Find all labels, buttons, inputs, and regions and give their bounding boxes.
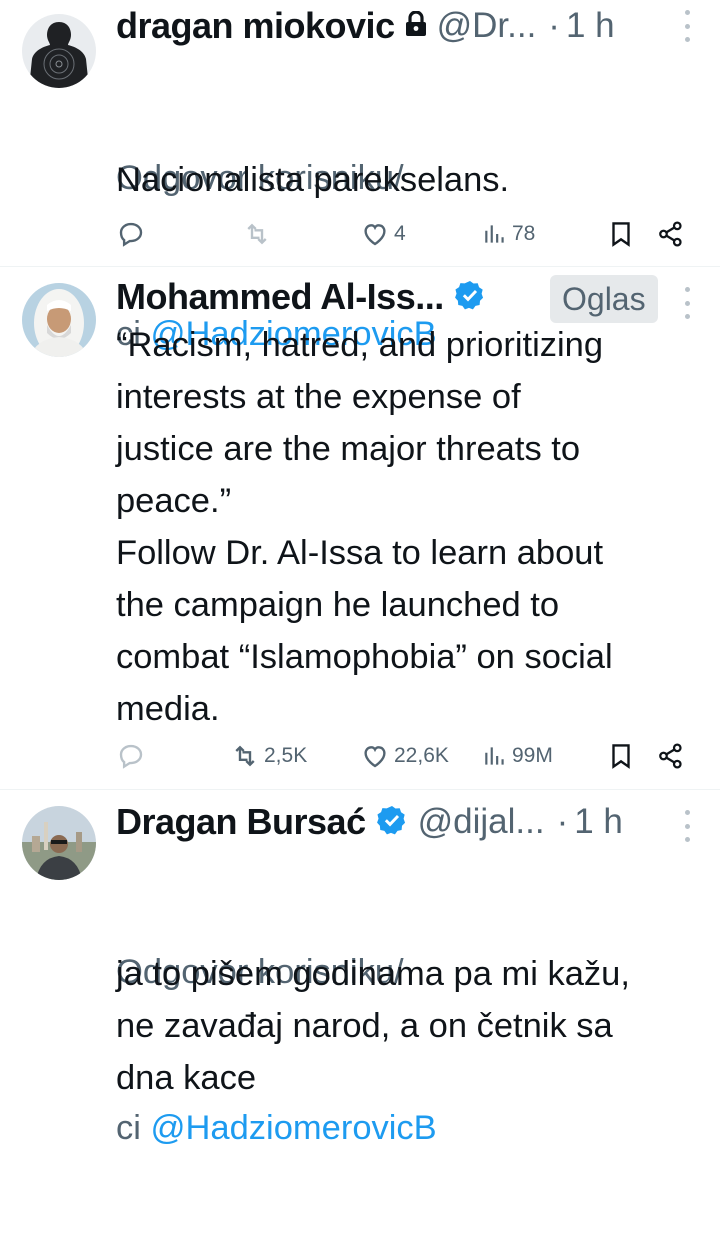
bookmark-icon bbox=[612, 222, 630, 247]
tweet-header: Dragan Bursać @dijal... · 1 h bbox=[116, 798, 696, 846]
retweet-button[interactable]: 2,5K bbox=[230, 738, 307, 774]
more-options-icon[interactable] bbox=[682, 10, 692, 42]
share-icon bbox=[659, 743, 682, 769]
tweet-header: dragan miokovic @Dr... · 1 h bbox=[116, 2, 696, 50]
author-handle[interactable]: @dijal... bbox=[418, 802, 545, 842]
share-button[interactable] bbox=[656, 738, 686, 774]
avatar[interactable] bbox=[22, 283, 96, 357]
tweet-2-promoted[interactable]: Mohammed Al-Iss... Oglas “Racism, hatred… bbox=[0, 267, 720, 788]
like-button[interactable]: 22,6K bbox=[360, 738, 449, 774]
tweet-3[interactable]: Dragan Bursać @dijal... · 1 h Odgovor ko… bbox=[0, 790, 720, 1147]
verified-badge-icon bbox=[376, 804, 408, 841]
author-name[interactable]: dragan miokovic bbox=[116, 5, 395, 47]
tweet-time[interactable]: 1 h bbox=[566, 6, 615, 46]
more-options-icon[interactable] bbox=[682, 810, 692, 842]
reply-button[interactable] bbox=[116, 216, 146, 252]
reply-button[interactable] bbox=[116, 738, 146, 774]
tweet-body: “Racism, hatred, and prioritizing intere… bbox=[116, 326, 613, 728]
view-count: 99M bbox=[512, 744, 553, 767]
views-button[interactable]: 99M bbox=[482, 738, 553, 774]
reply-to-mention[interactable]: @HadziomerovicB bbox=[151, 1109, 437, 1147]
avatar[interactable] bbox=[22, 806, 96, 880]
reply-icon bbox=[119, 744, 143, 769]
action-bar: 2,5K 22,6K 99M bbox=[116, 738, 696, 774]
retweet-icon bbox=[247, 223, 267, 245]
views-icon bbox=[485, 747, 504, 765]
views-button[interactable]: 78 bbox=[482, 216, 535, 252]
share-button[interactable] bbox=[656, 216, 686, 252]
like-count: 22,6K bbox=[394, 744, 449, 767]
bookmark-button[interactable] bbox=[606, 216, 636, 252]
view-count: 78 bbox=[512, 222, 536, 245]
verified-badge-icon bbox=[454, 279, 486, 316]
lock-icon bbox=[405, 9, 427, 42]
heart-icon bbox=[364, 746, 386, 768]
author-name[interactable]: Dragan Bursać bbox=[116, 801, 366, 843]
like-count: 4 bbox=[394, 222, 406, 245]
bookmark-icon bbox=[612, 744, 630, 769]
separator-dot: · bbox=[556, 802, 569, 841]
tweet-body: ja to pišem godinama pa mi kažu, ne zava… bbox=[116, 955, 630, 1097]
reply-ci: ci bbox=[116, 1109, 151, 1147]
avatar-target-icon[interactable] bbox=[22, 14, 96, 88]
separator-dot: · bbox=[548, 6, 560, 45]
tweet-time[interactable]: 1 h bbox=[574, 802, 623, 842]
tweet-1[interactable]: dragan miokovic @Dr... · 1 h Odgovor kor… bbox=[0, 0, 720, 353]
views-icon bbox=[485, 225, 504, 243]
tweet-body: Nacionalista parekselans. bbox=[116, 161, 510, 199]
bookmark-button[interactable] bbox=[606, 738, 636, 774]
retweet-icon bbox=[235, 745, 255, 767]
heart-icon bbox=[364, 224, 386, 246]
author-name[interactable]: Mohammed Al-Iss... bbox=[116, 276, 444, 318]
action-bar: 4 78 bbox=[116, 216, 696, 252]
reply-icon bbox=[119, 222, 143, 247]
like-button[interactable]: 4 bbox=[360, 216, 406, 252]
retweet-count: 2,5K bbox=[264, 744, 308, 767]
ad-badge: Oglas bbox=[550, 275, 658, 323]
more-options-icon[interactable] bbox=[682, 287, 692, 319]
author-handle[interactable]: @Dr... bbox=[437, 6, 537, 46]
retweet-button[interactable] bbox=[242, 216, 272, 252]
share-icon bbox=[659, 221, 682, 247]
